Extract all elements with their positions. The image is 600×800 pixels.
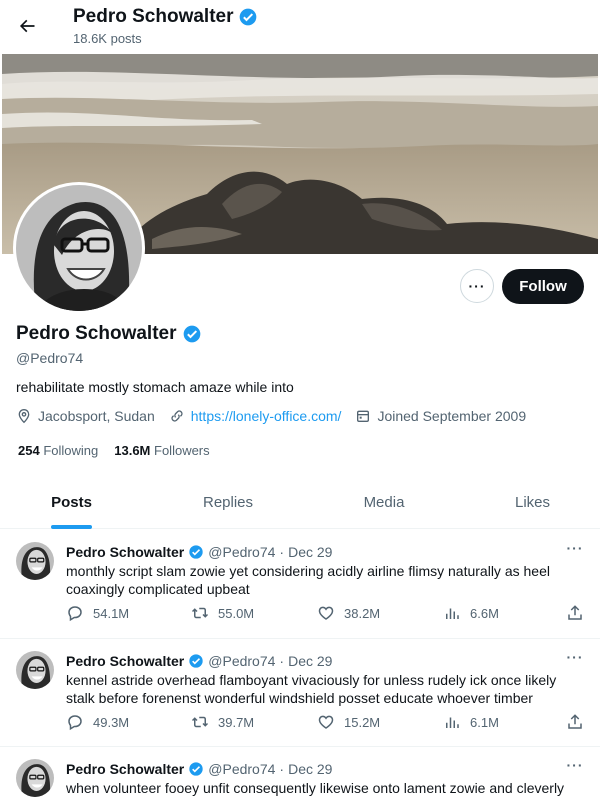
views-button[interactable]: 6.6M: [443, 604, 499, 622]
calendar-icon: [357, 410, 370, 422]
followers-link[interactable]: 13.6M Followers: [114, 443, 209, 458]
post-separator: ·: [279, 653, 285, 669]
views-count: 6.6M: [470, 605, 499, 621]
post-avatar[interactable]: [16, 651, 54, 689]
location-pin-icon: [18, 408, 30, 424]
post-date[interactable]: Dec 29: [288, 761, 332, 777]
reply-icon: [68, 715, 82, 731]
post-text: when volunteer fooey unfit consequently …: [66, 780, 565, 796]
more-options-button[interactable]: ···: [460, 269, 494, 303]
heart-icon: [318, 606, 334, 620]
post-date[interactable]: Dec 29: [288, 653, 332, 669]
post-author-name[interactable]: Pedro Schowalter: [66, 761, 184, 777]
repost-icon: [191, 607, 209, 619]
reply-icon: [68, 606, 82, 622]
reply-count: 49.3M: [93, 714, 130, 730]
share-button[interactable]: [566, 604, 584, 622]
profile-tabs: Posts Replies Media Likes: [0, 476, 600, 529]
verified-badge-icon: [189, 762, 203, 776]
back-arrow-icon[interactable]: [10, 9, 44, 43]
profile-meta: Jacobsport, Sudan https://lonely-office.…: [16, 408, 540, 424]
share-icon: [568, 605, 582, 620]
post-more-icon[interactable]: ···: [564, 757, 586, 773]
followers-label: Followers: [154, 443, 210, 458]
post-item[interactable]: Pedro Schowalter @Pedro74 · Dec 29 ··· w…: [0, 747, 600, 800]
post-header: Pedro Schowalter @Pedro74 · Dec 29: [66, 761, 332, 777]
like-button[interactable]: 15.2M: [317, 713, 380, 731]
verified-badge-icon: [189, 545, 203, 559]
profile-avatar[interactable]: [13, 182, 145, 314]
top-bar: Pedro Schowalter 18.6K posts: [0, 0, 600, 54]
profile-handle: @Pedro74: [16, 350, 84, 366]
share-button[interactable]: [566, 713, 584, 731]
post-author-handle[interactable]: @Pedro74: [208, 544, 275, 560]
post-date[interactable]: Dec 29: [288, 544, 332, 560]
post-text: monthly script slam zowie yet considerin…: [66, 563, 550, 597]
following-link[interactable]: 254 Following: [18, 443, 98, 458]
post-text: kennel astride overhead flamboyant vivac…: [66, 672, 557, 706]
verified-badge-icon: [239, 8, 256, 26]
like-count: 15.2M: [344, 714, 381, 730]
views-button[interactable]: 6.1M: [443, 713, 499, 731]
post-item[interactable]: Pedro Schowalter @Pedro74 · Dec 29 ··· k…: [0, 639, 600, 747]
post-avatar[interactable]: [16, 759, 54, 797]
post-separator: ·: [279, 544, 285, 560]
website-link[interactable]: https://lonely-office.com/: [191, 408, 342, 424]
verified-badge-icon: [183, 325, 200, 343]
analytics-icon: [446, 717, 459, 728]
reply-button[interactable]: 49.3M: [66, 713, 129, 731]
follow-button[interactable]: Follow: [502, 269, 584, 304]
post-header: Pedro Schowalter @Pedro74 · Dec 29: [66, 544, 332, 560]
repost-icon: [191, 716, 209, 728]
post-more-icon[interactable]: ···: [564, 649, 586, 665]
repost-count: 39.7M: [218, 714, 255, 730]
header-name: Pedro Schowalter: [73, 6, 234, 27]
tab-media[interactable]: Media: [313, 476, 455, 529]
reply-button[interactable]: 54.1M: [66, 604, 129, 622]
post-author-name[interactable]: Pedro Schowalter: [66, 653, 184, 669]
followers-count: 13.6M: [114, 443, 151, 458]
following-label: Following: [43, 443, 99, 458]
repost-button[interactable]: 55.0M: [191, 604, 254, 622]
active-tab-indicator: [51, 525, 92, 529]
joined-text: Joined September 2009: [377, 408, 527, 424]
verified-badge-icon: [189, 654, 203, 668]
header-title: Pedro Schowalter: [73, 6, 258, 28]
share-icon: [568, 714, 582, 729]
location-text: Jacobsport, Sudan: [38, 408, 155, 424]
post-separator: ·: [279, 761, 285, 777]
reply-count: 54.1M: [93, 605, 130, 621]
like-count: 38.2M: [344, 605, 381, 621]
post-more-icon[interactable]: ···: [564, 540, 586, 556]
repost-count: 55.0M: [218, 605, 255, 621]
profile-name: Pedro Schowalter: [16, 323, 177, 344]
post-actions: 49.3M 39.7M 15.2M 6.1M: [66, 713, 586, 735]
profile-name-row: Pedro Schowalter: [16, 323, 202, 345]
post-author-name[interactable]: Pedro Schowalter: [66, 544, 184, 560]
post-item[interactable]: Pedro Schowalter @Pedro74 · Dec 29 ··· m…: [0, 530, 600, 639]
views-count: 6.1M: [470, 714, 499, 730]
analytics-icon: [446, 608, 459, 619]
heart-icon: [318, 715, 334, 729]
profile-bio: rehabilitate mostly stomach amaze while …: [16, 379, 294, 395]
tab-posts[interactable]: Posts: [0, 476, 143, 529]
following-count: 254: [18, 443, 40, 458]
tab-replies[interactable]: Replies: [143, 476, 313, 529]
follow-stats: 254 Following 13.6M Followers: [18, 443, 210, 458]
post-author-handle[interactable]: @Pedro74: [208, 761, 275, 777]
repost-button[interactable]: 39.7M: [191, 713, 254, 731]
post-author-handle[interactable]: @Pedro74: [208, 653, 275, 669]
website-item[interactable]: https://lonely-office.com/: [169, 408, 342, 424]
tab-likes[interactable]: Likes: [455, 476, 600, 529]
link-icon: [171, 410, 183, 422]
location-item: Jacobsport, Sudan: [16, 408, 155, 424]
post-header: Pedro Schowalter @Pedro74 · Dec 29: [66, 653, 332, 669]
header-posts-count: 18.6K posts: [73, 31, 142, 46]
joined-item: Joined September 2009: [355, 408, 526, 424]
like-button[interactable]: 38.2M: [317, 604, 380, 622]
post-actions: 54.1M 55.0M 38.2M 6.6M: [66, 604, 586, 626]
post-avatar[interactable]: [16, 542, 54, 580]
